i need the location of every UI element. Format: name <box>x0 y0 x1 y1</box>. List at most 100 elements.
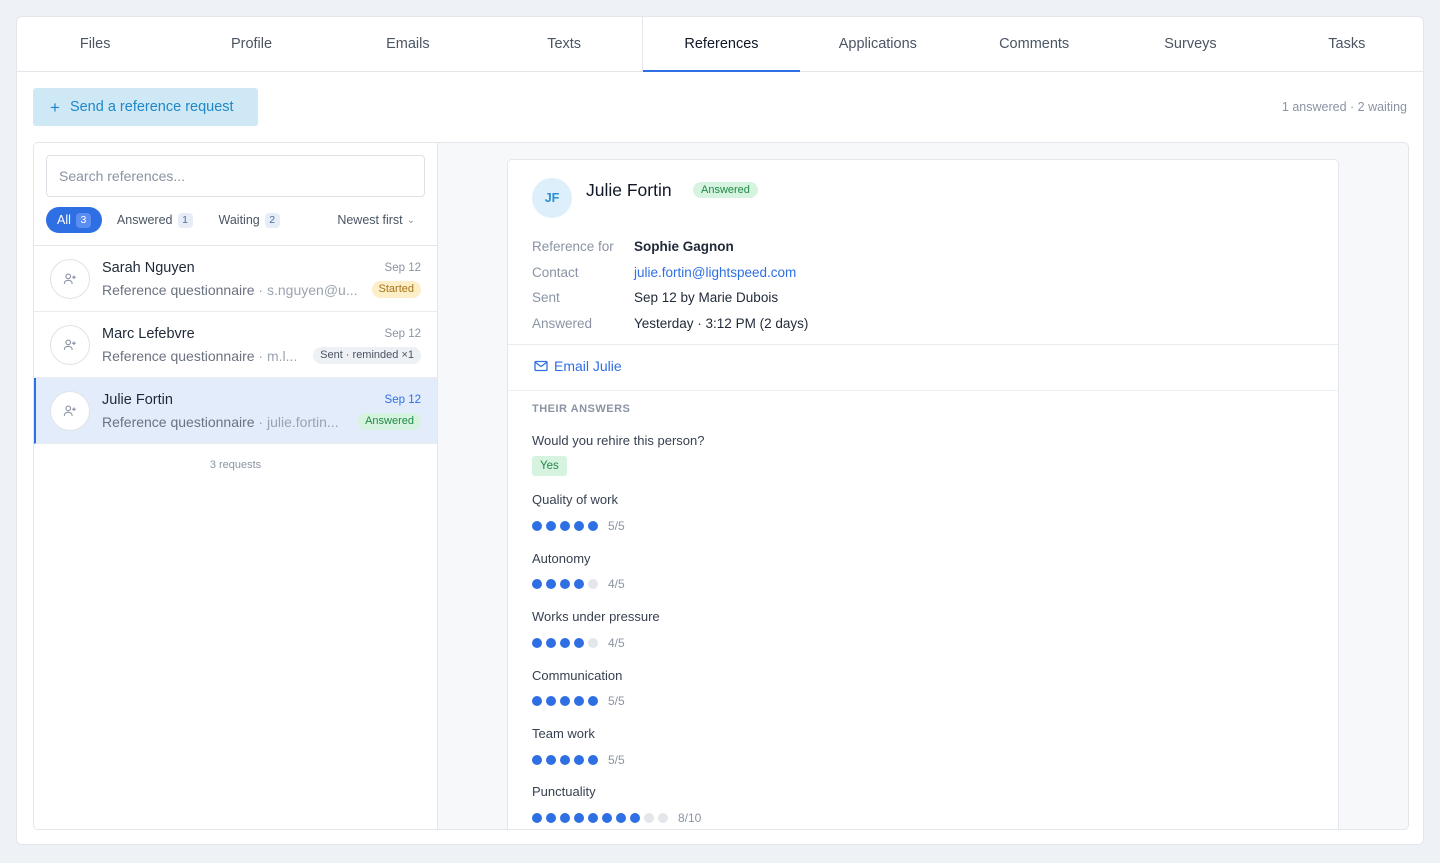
list-item-name: Sarah Nguyen <box>102 260 195 276</box>
list-item-name: Marc Lefebvre <box>102 326 195 342</box>
meta-contact: Contact julie.fortin@lightspeed.com <box>532 260 808 286</box>
list-item[interactable]: Sarah Nguyen Reference questionnaire · s… <box>34 246 437 312</box>
rating-dot-filled <box>574 813 584 823</box>
filter-waiting[interactable]: Waiting 2 <box>208 207 291 233</box>
rating-dots: 5/5 <box>532 753 625 767</box>
status-badge: Answered <box>693 182 758 198</box>
rating-value: 8/10 <box>678 811 702 825</box>
list-item-email: s.nguyen@u... <box>267 282 358 298</box>
rating-value: 5/5 <box>608 753 625 767</box>
meta-label: Answered <box>532 315 593 331</box>
rating-value: 4/5 <box>608 636 625 650</box>
list-item-date: Sep 12 <box>384 262 421 274</box>
list-item-email: m.l... <box>267 348 298 364</box>
rating-dot-filled <box>560 755 570 765</box>
sort-dropdown[interactable]: Newest first ⌄ <box>337 213 425 227</box>
divider <box>508 390 1338 391</box>
rating-question: Quality of work <box>532 492 618 507</box>
filter-all-label: All <box>57 213 71 227</box>
filter-answered-count: 1 <box>177 212 193 228</box>
rehire-question: Would you rehire this person? <box>532 433 705 448</box>
filter-waiting-label: Waiting <box>218 213 260 227</box>
search-input[interactable] <box>46 155 425 197</box>
tab-files[interactable]: Files <box>17 17 173 71</box>
filter-waiting-count: 2 <box>264 212 280 228</box>
rating-dot-filled <box>560 638 570 648</box>
rating-dot-filled <box>560 521 570 531</box>
rating-dots: 5/5 <box>532 519 625 533</box>
rating-dot-filled <box>532 755 542 765</box>
references-panel: All 3 Answered 1 Waiting 2 Newest first … <box>33 142 1409 830</box>
rating-dot-filled <box>574 521 584 531</box>
rating-value: 4/5 <box>608 577 625 591</box>
filter-answered[interactable]: Answered 1 <box>106 207 204 233</box>
rating-dot-filled <box>546 813 556 823</box>
rating-dot-filled <box>532 579 542 589</box>
rating-dot-filled <box>546 638 556 648</box>
user-plus-icon <box>50 325 90 365</box>
list-item[interactable]: Julie Fortin Reference questionnaire · j… <box>34 378 437 444</box>
send-reference-request-button[interactable]: + Send a reference request <box>33 88 258 126</box>
rating-value: 5/5 <box>608 694 625 708</box>
rating-dot-filled <box>588 755 598 765</box>
rating-dot-filled <box>574 696 584 706</box>
meta-sent: Sent Sep 12 by Marie Dubois <box>532 285 808 311</box>
meta-answered: Answered Yesterday · 3:12 PM (2 days) <box>532 311 808 337</box>
filter-all[interactable]: All 3 <box>46 207 102 233</box>
rating-dot-filled <box>560 579 570 589</box>
rating-dots: 4/5 <box>532 636 625 650</box>
meta-value: Sophie Gagnon <box>634 239 734 255</box>
tab-tasks[interactable]: Tasks <box>1269 17 1423 71</box>
list-item-subtitle: Reference questionnaire · m.l... <box>102 348 298 364</box>
rating-value: 5/5 <box>608 519 625 533</box>
status-badge: Started <box>371 281 421 298</box>
contact-email-link[interactable]: julie.fortin@lightspeed.com <box>634 265 796 280</box>
rating-dots: 5/5 <box>532 694 625 708</box>
tab-texts[interactable]: Texts <box>486 17 642 71</box>
tab-comments[interactable]: Comments <box>956 17 1112 71</box>
reference-detail: JF Julie Fortin Answered Reference for S… <box>507 159 1339 829</box>
tab-emails[interactable]: Emails <box>330 17 486 71</box>
rating-dot-empty <box>644 813 654 823</box>
rating-dot-filled <box>560 813 570 823</box>
rating-dot-filled <box>560 696 570 706</box>
rating-question: Autonomy <box>532 551 591 566</box>
meta-value: Yesterday · 3:12 PM (2 days) <box>634 315 809 331</box>
rating-question: Team work <box>532 726 595 741</box>
rating-dot-filled <box>588 813 598 823</box>
list-item-type: Reference questionnaire <box>102 348 255 364</box>
list-item[interactable]: Marc Lefebvre Reference questionnaire · … <box>34 312 437 378</box>
email-reference-button[interactable]: Email Julie <box>534 358 622 374</box>
filter-answered-label: Answered <box>116 213 173 227</box>
list-item-subtitle: Reference questionnaire · julie.fortin..… <box>102 414 339 430</box>
tab-surveys[interactable]: Surveys <box>1112 17 1268 71</box>
meta-label: Reference for <box>532 239 614 255</box>
tab-applications[interactable]: Applications <box>800 17 956 71</box>
mail-icon <box>534 360 548 372</box>
rating-question: Communication <box>532 668 623 683</box>
list-item-date: Sep 12 <box>384 394 421 406</box>
avatar: JF <box>532 178 572 218</box>
rating-dot-filled <box>588 696 598 706</box>
list-footer-count: 3 requests <box>209 459 262 471</box>
rating-dots: 8/10 <box>532 811 701 825</box>
tab-bar: Files Profile Emails Texts References Ap… <box>17 17 1423 72</box>
tab-references[interactable]: References <box>642 17 800 72</box>
status-badge: Answered <box>358 413 421 430</box>
rating-dots: 4/5 <box>532 577 625 591</box>
reference-meta: Reference for Sophie Gagnon Contact juli… <box>532 234 808 336</box>
rating-question: Punctuality <box>532 784 596 799</box>
user-plus-icon <box>50 391 90 431</box>
rating-dot-filled <box>630 813 640 823</box>
detail-name: Julie Fortin <box>586 180 672 200</box>
answers-section-title: THEIR ANSWERS <box>532 403 631 415</box>
references-list-pane: All 3 Answered 1 Waiting 2 Newest first … <box>34 143 438 829</box>
divider <box>508 344 1338 345</box>
meta-label: Sent <box>532 290 560 306</box>
rating-dot-filled <box>546 755 556 765</box>
rating-dot-empty <box>588 579 598 589</box>
rating-dot-filled <box>574 755 584 765</box>
rating-dot-filled <box>546 521 556 531</box>
rating-dot-filled <box>574 579 584 589</box>
tab-profile[interactable]: Profile <box>173 17 329 71</box>
